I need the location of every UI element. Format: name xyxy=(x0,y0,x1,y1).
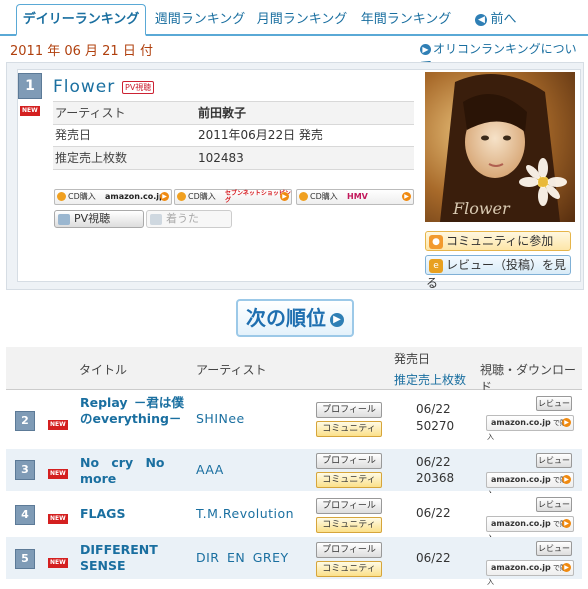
view-review-button[interactable]: e レビュー（投稿）を見る xyxy=(425,255,571,290)
new-badge: NEW xyxy=(20,106,40,116)
release-date: 06/22 xyxy=(416,455,451,469)
new-badge: NEW xyxy=(48,558,68,568)
song-title-link[interactable]: Replay －君は僕のeverything－ xyxy=(80,395,190,427)
cd-icon xyxy=(177,192,186,201)
rank-badge: 5 xyxy=(15,549,35,569)
artist-link[interactable]: 前田敦子 xyxy=(198,102,246,124)
amazon-buy-button[interactable]: amazon.co.jp で購入▶ xyxy=(486,516,574,542)
table-row: 4 NEW FLAGS T.M.Revolution プロフィール コミュニティ… xyxy=(6,493,582,542)
review-button[interactable]: レビュー xyxy=(536,453,572,468)
cd-icon xyxy=(57,192,66,201)
song-title-link[interactable]: FLAGS xyxy=(80,506,190,522)
arrow-right-icon: ▶ xyxy=(330,312,344,327)
community-button[interactable]: コミュニティ xyxy=(316,421,382,437)
header-artist: アーティスト xyxy=(196,363,267,377)
song-title[interactable]: Flower xyxy=(53,77,115,97)
release-date: 06/22 xyxy=(416,402,451,416)
new-badge: NEW xyxy=(48,420,68,430)
artist-link[interactable]: DIR EN GREY xyxy=(196,550,289,565)
tab-previous[interactable]: ◀ 前へ xyxy=(466,6,526,33)
cd-buy-sevennet-button[interactable]: CD購入 セブンネットショッピング ▶ xyxy=(174,189,292,205)
song-title-link[interactable]: No cry No more xyxy=(80,455,180,487)
review-button[interactable]: レビュー xyxy=(536,396,572,411)
sales-count: 20368 xyxy=(416,471,455,485)
community-button[interactable]: コミュニティ xyxy=(316,472,382,488)
album-jacket-image[interactable]: Flower xyxy=(425,72,575,222)
table-row: 2 NEW Replay －君は僕のeverything－ SHINee プロフ… xyxy=(6,390,582,448)
header-title: タイトル xyxy=(79,363,128,377)
release-date: 06/22 xyxy=(416,551,451,565)
release-date: 06/22 xyxy=(416,506,451,520)
table-row: 5 NEW DIFFERENT SENSE DIR EN GREY プロフィール… xyxy=(6,537,582,586)
back-arrow-icon: ◀ xyxy=(475,13,488,26)
ranking-date: 2011 年 06 月 21 日 付 xyxy=(10,44,153,59)
amazon-buy-button[interactable]: amazon.co.jp で購入▶ xyxy=(486,472,574,498)
rank-badge: 4 xyxy=(15,505,35,525)
artist-link[interactable]: T.M.Revolution xyxy=(196,506,294,521)
rank-badge: 3 xyxy=(15,460,35,480)
ranking-table-header: タイトル アーティスト 発売日 推定売上枚数 視聴・ダウンロード xyxy=(6,347,582,394)
community-icon: ● xyxy=(429,234,443,249)
video-icon xyxy=(58,213,70,225)
tab-weekly-ranking[interactable]: 週間ランキング xyxy=(150,6,250,33)
review-button[interactable]: レビュー xyxy=(536,497,572,512)
rank-badge: 2 xyxy=(15,411,35,431)
chaku-uta-button[interactable]: 着うた xyxy=(146,210,232,228)
review-button[interactable]: レビュー xyxy=(536,541,572,556)
new-badge: NEW xyxy=(48,469,68,479)
song-title-link[interactable]: DIFFERENT SENSE xyxy=(80,542,190,574)
community-button[interactable]: コミュニティ xyxy=(316,561,382,577)
amazon-buy-button[interactable]: amazon.co.jp で購入▶ xyxy=(486,560,574,586)
amazon-buy-button[interactable]: amazon.co.jp で購入▶ xyxy=(486,415,574,441)
tab-yearly-ranking[interactable]: 年間ランキング xyxy=(356,6,456,33)
artist-link[interactable]: SHINee xyxy=(196,411,245,426)
join-community-button[interactable]: ● コミュニティに参加 xyxy=(425,231,571,251)
cd-icon xyxy=(299,192,308,201)
cd-buy-hmv-button[interactable]: CD購入 HMV ▶ xyxy=(296,189,414,205)
info-row-sales: 推定売上枚数 102483 xyxy=(53,147,414,170)
header-sales-sort[interactable]: 推定売上枚数 xyxy=(394,371,466,388)
tab-daily-ranking[interactable]: デイリーランキング xyxy=(16,4,146,36)
jacket-text: Flower xyxy=(452,199,511,218)
tab-monthly-ranking[interactable]: 月間ランキング xyxy=(252,6,352,33)
music-note-icon xyxy=(150,213,162,225)
profile-button[interactable]: プロフィール xyxy=(316,498,382,514)
pv-view-button[interactable]: PV視聴 xyxy=(54,210,144,228)
info-row-release: 発売日 2011年06月22日 発売 xyxy=(53,124,414,147)
cd-buy-amazon-button[interactable]: CD購入 amazon.co.jp ▶ xyxy=(54,189,172,205)
rank-badge: 1 xyxy=(18,73,42,99)
header-release: 発売日 xyxy=(394,352,431,366)
review-icon: e xyxy=(429,258,443,273)
artist-link[interactable]: AAA xyxy=(196,462,224,477)
table-row: 3 NEW No cry No more AAA プロフィール コミュニティ 0… xyxy=(6,449,582,498)
profile-button[interactable]: プロフィール xyxy=(316,542,382,558)
arrow-right-icon: ▶ xyxy=(420,44,431,55)
pv-badge[interactable]: PV視聴 xyxy=(122,81,155,94)
profile-button[interactable]: プロフィール xyxy=(316,402,382,418)
sales-count: 50270 xyxy=(416,419,455,433)
community-button[interactable]: コミュニティ xyxy=(316,517,382,533)
next-ranks-button[interactable]: 次の順位 ▶ xyxy=(236,299,354,337)
profile-button[interactable]: プロフィール xyxy=(316,453,382,469)
new-badge: NEW xyxy=(48,514,68,524)
ranking-tabs: デイリーランキング 週間ランキング 月間ランキング 年間ランキング ◀ 前へ xyxy=(0,0,588,36)
info-row-artist: アーティスト 前田敦子 xyxy=(53,101,414,125)
